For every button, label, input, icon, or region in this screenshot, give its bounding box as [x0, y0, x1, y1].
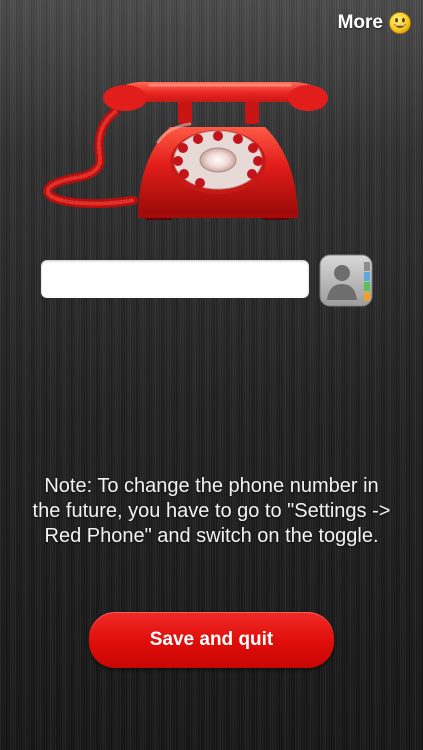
- save-and-quit-button[interactable]: Save and quit: [89, 612, 334, 668]
- phone-number-input[interactable]: [41, 260, 309, 298]
- smiley-icon: [389, 12, 411, 34]
- more-button[interactable]: More: [338, 12, 411, 34]
- more-label: More: [337, 12, 383, 33]
- note-text: Note: To change the phone number in the …: [32, 475, 391, 547]
- rotary-telephone-icon: [43, 81, 328, 220]
- contacts-book-icon[interactable]: [319, 254, 373, 307]
